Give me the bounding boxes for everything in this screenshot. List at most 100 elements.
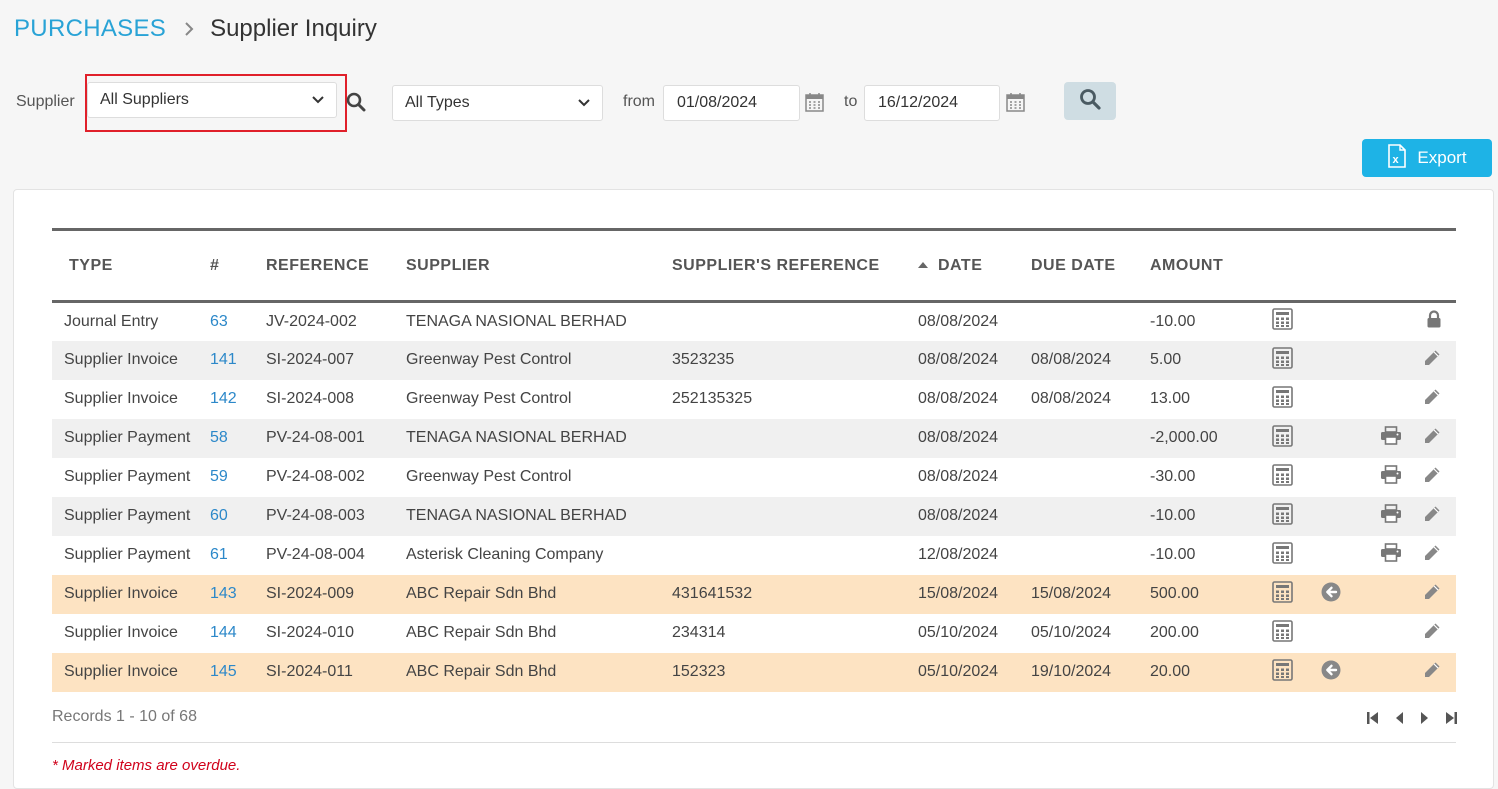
pencil-icon[interactable]	[1422, 543, 1442, 568]
cell-due-date: 05/10/2024	[1031, 624, 1112, 641]
cell-num[interactable]: 60	[210, 507, 228, 524]
printer-icon[interactable]	[1380, 465, 1402, 489]
column-header-supplier[interactable]: SUPPLIER	[406, 228, 672, 303]
pagination	[1367, 711, 1457, 730]
to-date-input[interactable]: 16/12/2024	[864, 85, 1000, 121]
cell-date: 12/08/2024	[918, 546, 999, 563]
cell-num[interactable]: 143	[210, 585, 237, 602]
cell-num[interactable]: 63	[210, 313, 228, 330]
cell-num[interactable]: 58	[210, 429, 228, 446]
table-row: Supplier Invoice 143 SI-2024-009 ABC Repair…	[52, 574, 1456, 614]
cell-supplier-ref: 431641532	[672, 585, 753, 602]
next-page-icon[interactable]	[1420, 711, 1429, 730]
cell-type: Supplier Invoice	[64, 585, 178, 602]
cell-supplier: Asterisk Cleaning Company	[406, 546, 604, 563]
cell-num[interactable]: 59	[210, 468, 228, 485]
cell-num[interactable]: 61	[210, 546, 228, 563]
cell-supplier: TENAGA NASIONAL BERHAD	[406, 312, 627, 330]
cell-date: 08/08/2024	[918, 390, 999, 407]
cell-num[interactable]: 141	[210, 351, 237, 368]
calculator-icon[interactable]	[1271, 658, 1293, 686]
cell-supplier: Greenway Pest Control	[406, 351, 572, 368]
to-label: to	[844, 93, 858, 110]
breadcrumb-purchases-link[interactable]: PURCHASES	[14, 15, 166, 43]
column-header-type[interactable]: TYPE	[52, 228, 210, 303]
pencil-icon[interactable]	[1422, 426, 1442, 451]
calculator-icon[interactable]	[1271, 463, 1293, 491]
calculator-icon[interactable]	[1271, 346, 1293, 374]
calculator-icon[interactable]	[1271, 580, 1293, 608]
pencil-icon[interactable]	[1422, 387, 1442, 412]
column-header-date[interactable]: DATE	[918, 228, 1031, 303]
export-label: Export	[1417, 148, 1467, 167]
printer-icon[interactable]	[1380, 543, 1402, 567]
from-date-input[interactable]: 01/08/2024	[663, 85, 800, 121]
calculator-icon[interactable]	[1271, 502, 1293, 530]
column-header-blank	[1348, 228, 1408, 303]
column-header-num[interactable]: #	[210, 228, 266, 303]
first-page-icon[interactable]	[1367, 711, 1379, 730]
column-header-due-date[interactable]: DUE DATE	[1031, 228, 1150, 303]
printer-icon[interactable]	[1380, 426, 1402, 450]
search-button[interactable]	[1064, 82, 1116, 120]
cell-num[interactable]: 144	[210, 624, 237, 641]
calculator-icon[interactable]	[1271, 619, 1293, 647]
from-label: from	[623, 93, 655, 110]
chevron-down-icon	[578, 94, 590, 112]
column-header-supplier-reference[interactable]: SUPPLIER'S REFERENCE	[672, 228, 918, 303]
cell-reference: PV-24-08-002	[266, 468, 365, 485]
cell-num[interactable]: 145	[210, 663, 237, 680]
calculator-icon[interactable]	[1271, 308, 1293, 335]
cell-type: Supplier Payment	[64, 546, 191, 563]
cell-reference: PV-24-08-004	[266, 546, 365, 563]
cell-amount: 20.00	[1150, 663, 1191, 680]
calendar-icon[interactable]	[805, 92, 824, 117]
pencil-icon[interactable]	[1422, 465, 1442, 490]
cell-date: 08/08/2024	[918, 468, 999, 485]
cell-reference: PV-24-08-001	[266, 429, 365, 446]
breadcrumb: PURCHASES Supplier Inquiry	[14, 14, 377, 44]
cell-date: 05/10/2024	[918, 663, 999, 680]
cell-supplier-ref: 152323	[672, 663, 726, 680]
column-header-reference[interactable]: REFERENCE	[266, 228, 406, 303]
pencil-icon[interactable]	[1422, 660, 1442, 685]
cell-reference: SI-2024-008	[266, 390, 355, 407]
pencil-icon[interactable]	[1422, 621, 1442, 646]
export-button[interactable]: x Export	[1362, 139, 1492, 177]
previous-page-icon[interactable]	[1395, 711, 1404, 730]
cell-reference: PV-24-08-003	[266, 507, 365, 524]
cell-supplier: ABC Repair Sdn Bhd	[406, 624, 557, 641]
type-select-value: All Types	[405, 94, 470, 111]
calculator-icon[interactable]	[1271, 541, 1293, 569]
arrow-left-circle-icon[interactable]	[1321, 660, 1341, 685]
table-row: Supplier Invoice 142 SI-2024-008 Greenway P…	[52, 380, 1456, 419]
cell-reference: SI-2024-010	[266, 624, 355, 641]
type-select[interactable]: All Types	[392, 85, 603, 121]
cell-type: Supplier Invoice	[64, 624, 178, 641]
arrow-left-circle-icon[interactable]	[1321, 582, 1341, 607]
printer-icon[interactable]	[1380, 504, 1402, 528]
table-body: Journal Entry 63 JV-2024-002 TENAGA NASIONA…	[52, 302, 1456, 692]
supplier-search-icon[interactable]	[346, 92, 366, 117]
cell-reference: SI-2024-007	[266, 351, 355, 368]
supplier-select[interactable]: All Suppliers	[87, 82, 337, 118]
last-page-icon[interactable]	[1445, 711, 1457, 730]
cell-type: Journal Entry	[64, 312, 159, 330]
svg-text:x: x	[1393, 154, 1400, 166]
column-header-amount[interactable]: AMOUNT	[1150, 228, 1250, 303]
cell-supplier: ABC Repair Sdn Bhd	[406, 585, 557, 602]
calculator-icon[interactable]	[1271, 385, 1293, 413]
calendar-icon[interactable]	[1006, 92, 1025, 117]
cell-amount: 5.00	[1150, 351, 1182, 368]
table-row: Supplier Payment 61 PV-24-08-004 Asterisk C…	[52, 536, 1456, 575]
column-header-blank	[1314, 228, 1348, 303]
table-row: Supplier Payment 60 PV-24-08-003 TENAGA NAS…	[52, 496, 1456, 536]
calculator-icon[interactable]	[1271, 424, 1293, 452]
cell-reference: SI-2024-009	[266, 585, 355, 602]
pencil-icon[interactable]	[1422, 504, 1442, 529]
pencil-icon[interactable]	[1422, 348, 1442, 373]
cell-num[interactable]: 142	[210, 390, 237, 407]
supplier-label: Supplier	[16, 93, 75, 110]
cell-amount: -2,000.00	[1150, 429, 1218, 446]
pencil-icon[interactable]	[1422, 582, 1442, 607]
